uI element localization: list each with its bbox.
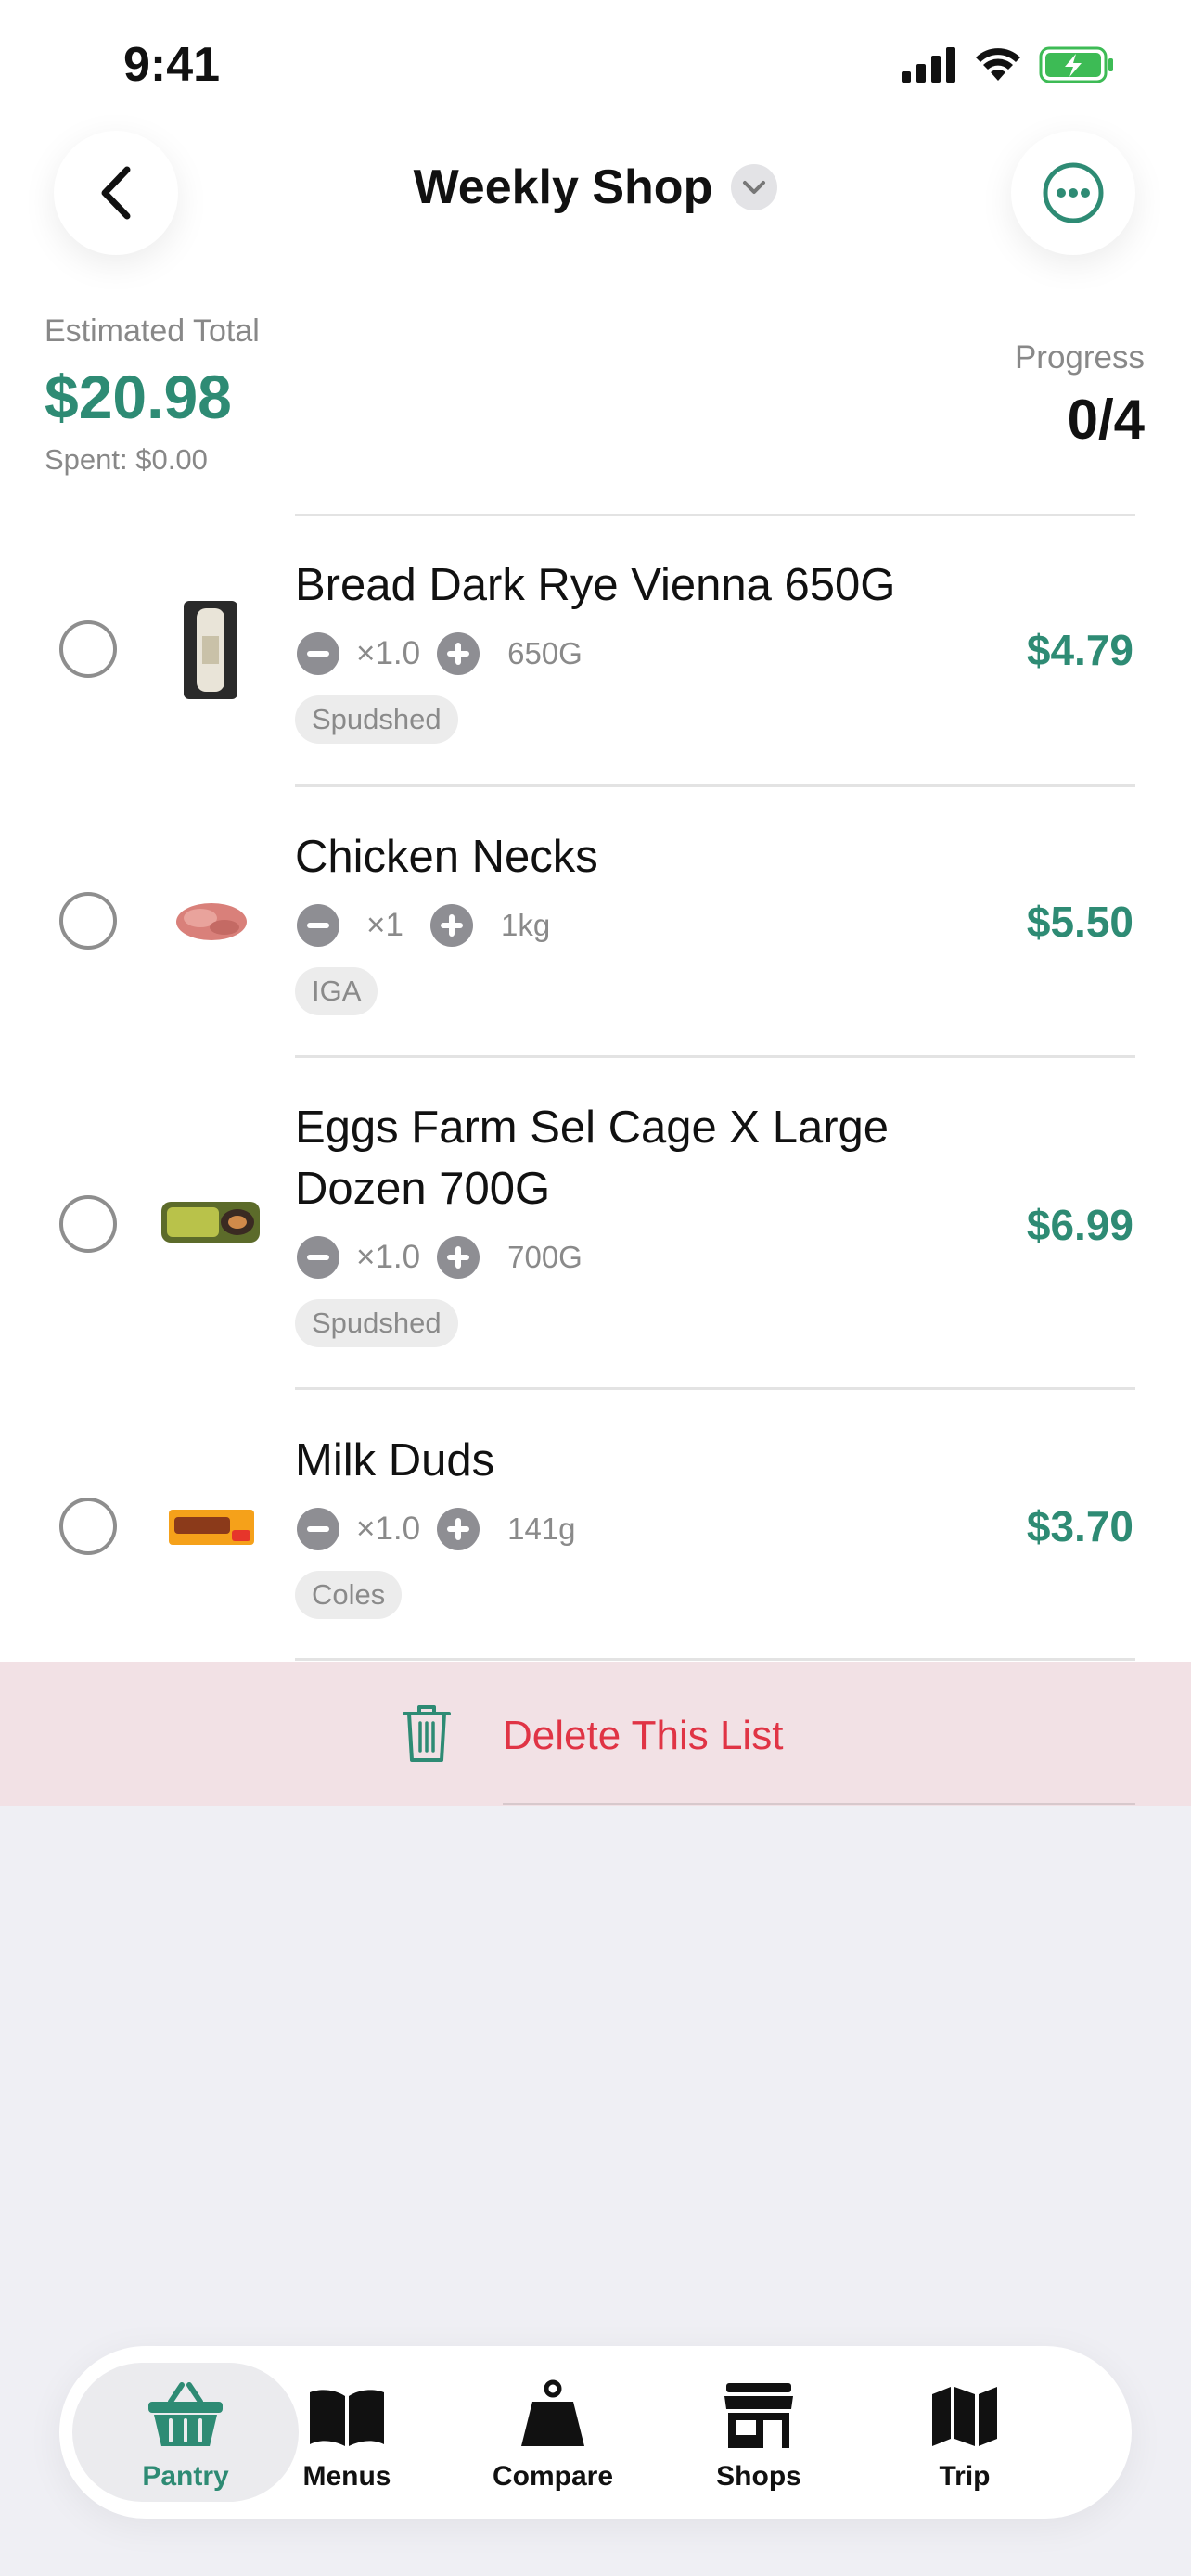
decrement-button[interactable] [297,1508,339,1550]
product-image-chicken [176,903,247,940]
progress-value: 0/4 [1067,389,1145,451]
item-unit: 650G [507,636,583,670]
divider [295,514,1135,516]
item-checkbox[interactable] [59,620,117,678]
item-checkbox[interactable] [59,1195,117,1253]
divider [503,1803,1135,1805]
tab-trip[interactable]: Trip [863,2363,1067,2502]
battery-icon [1039,46,1113,83]
store-icon [724,2383,793,2448]
quantity-stepper: ×1.0 700G [297,1236,583,1279]
item-price: $3.70 [1026,1502,1133,1550]
tab-label: Trip [939,2461,991,2492]
weight-icon [521,2379,584,2446]
increment-button[interactable] [437,632,480,675]
store-tag: Spudshed [295,1299,458,1347]
product-image-bread [184,601,237,699]
decrement-button[interactable] [297,1236,339,1279]
quantity-stepper: ×1.0 650G [297,632,583,675]
decrement-button[interactable] [297,904,339,947]
quantity-value: ×1 [366,907,403,943]
map-icon [932,2387,997,2446]
delete-list-label: Delete This List [503,1713,784,1758]
tab-shops[interactable]: Shops [657,2363,861,2502]
quantity-value: ×1.0 [356,1239,421,1275]
item-checkbox[interactable] [59,892,117,950]
item-name: Bread Dark Rye Vienna 650G [295,560,896,610]
product-image-eggs [161,1202,260,1243]
more-options-button[interactable] [1011,131,1135,255]
item-price: $4.79 [1026,626,1133,674]
item-unit: 1kg [501,908,551,942]
quantity-value: ×1.0 [356,1511,421,1547]
decrement-button[interactable] [297,632,339,675]
tab-label: Shops [716,2461,801,2492]
item-name: Chicken Necks [295,832,598,882]
tab-label: Compare [492,2461,614,2492]
tab-compare[interactable]: Compare [451,2363,655,2502]
quantity-stepper: ×1.0 141g [297,1508,576,1550]
progress-label: Progress [1014,339,1145,376]
divider [295,1658,1135,1661]
increment-button[interactable] [430,904,473,947]
store-tag: IGA [295,967,378,1015]
divider [295,784,1135,787]
tab-label: Pantry [142,2461,229,2492]
item-price: $5.50 [1026,898,1133,946]
book-icon [310,2390,384,2446]
quantity-value: ×1.0 [356,635,421,671]
tab-bar: Pantry Menus Compare Shops Trip [59,2346,1132,2519]
store-tag: Coles [295,1571,403,1619]
estimated-total-label: Estimated Total [45,313,260,349]
increment-button[interactable] [437,1236,480,1279]
increment-button[interactable] [437,1508,480,1550]
item-name: Eggs Farm Sel Cage X Large Dozen 700G [295,1103,890,1214]
estimated-total-value: $20.98 [45,363,232,431]
basket-icon [148,2382,223,2446]
more-icon [1043,162,1104,223]
product-image-milk-duds [169,1510,254,1545]
signal-icon [902,47,955,83]
status-time: 9:41 [123,38,221,92]
tab-menus[interactable]: Menus [245,2363,449,2502]
divider [295,1387,1135,1390]
tab-label: Menus [302,2461,391,2492]
store-tag: Spudshed [295,695,458,744]
wifi-icon [976,48,1020,81]
item-unit: 141g [507,1511,576,1546]
chevron-down-icon [731,164,778,210]
item-name: Milk Duds [295,1435,495,1486]
spent-amount: Spent: $0.00 [45,443,208,476]
page-title: Weekly Shop [413,160,713,214]
trash-icon [403,1705,451,1762]
item-unit: 700G [507,1240,583,1274]
quantity-stepper: ×1 1kg [297,904,550,947]
divider [295,1055,1135,1058]
item-price: $6.99 [1026,1201,1133,1249]
status-icons [902,46,1117,83]
item-checkbox[interactable] [59,1498,117,1555]
